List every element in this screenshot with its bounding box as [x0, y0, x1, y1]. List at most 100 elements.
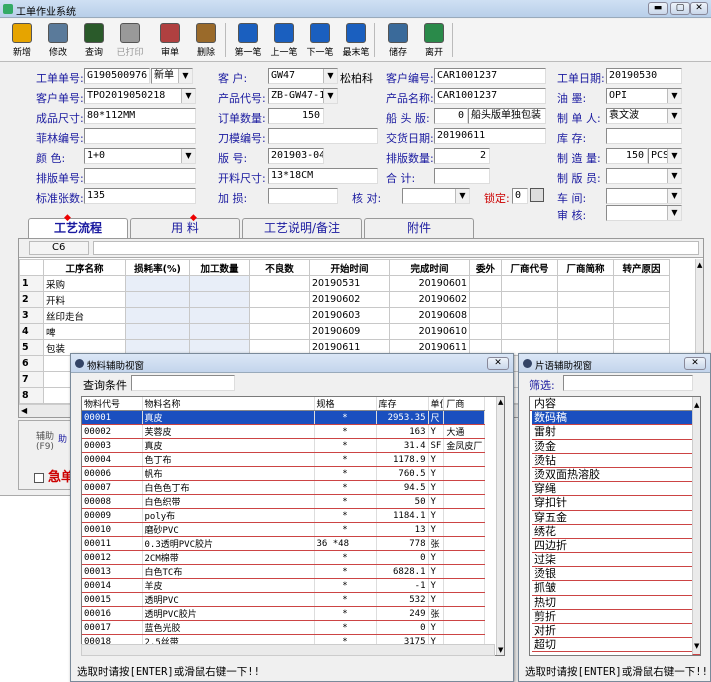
dropdown-arrow-icon[interactable]: ▼ — [323, 89, 337, 103]
finished-size-field[interactable]: 80*112MM — [84, 108, 196, 124]
material-header[interactable]: 物料名称 — [142, 397, 315, 411]
material-row[interactable]: 00013 白色TC布 * 6828.1 Y — [82, 564, 486, 579]
phrase-item[interactable]: 穿扣针 — [532, 496, 700, 511]
minimize-button[interactable]: ▬ — [648, 2, 668, 15]
maximize-button[interactable]: ▢ — [670, 2, 690, 15]
phrase-item[interactable]: 穿绳 — [532, 482, 700, 497]
phrase-window-close-button[interactable]: ✕ — [684, 357, 706, 370]
phrase-item[interactable]: 超切 — [532, 638, 700, 653]
layout-qty-field[interactable]: 2 — [434, 148, 490, 164]
grid-header[interactable]: 完成时间 — [389, 259, 470, 276]
phrase-item[interactable]: 剪折 — [532, 610, 700, 624]
material-row[interactable]: 00011 0.3透明PVC胶片 36 *48 778 张 — [82, 536, 486, 551]
material-row[interactable]: 00010 磨砂PVC * 13 Y — [82, 522, 486, 537]
phrase-item[interactable]: 烫银 — [532, 567, 700, 582]
close-button[interactable]: ✕ — [690, 2, 708, 15]
phrase-item[interactable]: 过柒 — [532, 553, 700, 568]
dropdown-arrow-icon[interactable]: ▼ — [667, 189, 681, 203]
grid-cell[interactable] — [469, 323, 502, 340]
material-row[interactable]: 00002 芙蓉皮 * 163 Y 大通 — [82, 424, 486, 439]
toolbar-button-9[interactable]: 最末笔 — [338, 21, 374, 59]
grid-cell[interactable]: 20190602 — [309, 291, 390, 308]
grid-cell[interactable] — [469, 291, 502, 308]
material-row[interactable]: 00012 2CM棉带 * 0 Y — [82, 550, 486, 565]
grid-cell[interactable] — [189, 307, 250, 324]
lock-toggle-icon[interactable] — [530, 188, 544, 202]
grid-cell[interactable] — [613, 275, 670, 292]
grid-cell[interactable] — [125, 307, 190, 324]
grid-cell[interactable]: 4 — [19, 323, 44, 340]
toolbar-button-10[interactable]: 储存 — [380, 21, 416, 59]
customer-code-field[interactable]: CAR1001237 — [434, 68, 546, 84]
grid-cell[interactable]: 8 — [19, 387, 44, 404]
customer-po-field[interactable]: TPO2019050218 — [84, 88, 196, 104]
grid-header[interactable]: 开始时间 — [309, 259, 390, 276]
grid-header[interactable]: 加工数量 — [189, 259, 250, 276]
scroll-up-icon[interactable]: ▲ — [498, 398, 503, 406]
material-list-scrollbar[interactable]: ▲ ▼ — [496, 397, 504, 655]
scroll-up-icon[interactable]: ▲ — [697, 261, 702, 269]
grid-header[interactable]: 转产原因 — [613, 259, 670, 276]
material-row[interactable]: 00016 透明PVC胶片 * 249 张 — [82, 606, 486, 621]
material-row[interactable]: 00006 帆布 * 760.5 Y — [82, 466, 486, 481]
product-name-field[interactable]: CAR1001237 — [434, 88, 546, 104]
order-date-field[interactable]: 20190530 — [606, 68, 682, 84]
bow-plate-note-field[interactable]: 船头版单独包装 — [468, 108, 546, 124]
toolbar-button-3[interactable]: 已打印 — [112, 21, 148, 59]
grid-cell[interactable]: 开料 — [43, 291, 126, 308]
grid-cell[interactable] — [613, 323, 670, 340]
grid-cell[interactable] — [189, 275, 250, 292]
scroll-up-icon[interactable]: ▲ — [694, 398, 699, 412]
grid-cell[interactable]: 20190602 — [389, 291, 470, 308]
toolbar-button-7[interactable]: 上一笔 — [266, 21, 302, 59]
grid-cell[interactable]: 1 — [19, 275, 44, 292]
toolbar-button-1[interactable]: 修改 — [40, 21, 76, 59]
extra-loss-field[interactable] — [268, 188, 338, 204]
grid-row[interactable]: 4 啤 20190609 20190610 — [19, 323, 670, 340]
phrase-item[interactable]: 对折 — [532, 624, 700, 639]
phrase-list[interactable]: 内容 数码稿 雷射 烫金 烫钻 烫双面热溶胶 穿绳 穿扣针 穿五金 绣花 四边折 过柒 烫银 抓皱 热切 剪折… — [529, 396, 701, 656]
grid-cell[interactable] — [125, 323, 190, 340]
grid-cell[interactable] — [469, 275, 502, 292]
bow-plate-field[interactable]: 0 — [434, 108, 468, 124]
phrase-list-scrollbar[interactable]: ▲ ▼ — [692, 397, 700, 655]
material-header[interactable]: 物料代号 — [82, 397, 143, 411]
toolbar-button-5[interactable]: 删除 — [188, 21, 224, 59]
tab-materials[interactable]: 用 料 — [130, 218, 240, 238]
dropdown-arrow-icon[interactable]: ▼ — [178, 69, 192, 83]
material-row[interactable]: 00017 蓝色光胶 * 0 Y — [82, 620, 486, 635]
grid-cell[interactable]: 20190609 — [309, 323, 390, 340]
toolbar-button-11[interactable]: 离开 — [416, 21, 452, 59]
grid-header[interactable]: 委外 — [469, 259, 502, 276]
phrase-item[interactable]: 烫钻 — [532, 454, 700, 468]
query-input[interactable] — [131, 375, 235, 391]
grid-cell[interactable]: 5 — [19, 339, 44, 356]
grid-cell[interactable] — [249, 307, 310, 324]
dropdown-arrow-icon[interactable]: ▼ — [667, 109, 681, 123]
material-row[interactable]: 00008 白色织带 * 50 Y — [82, 494, 486, 509]
phrase-item[interactable]: 数码稿 — [532, 411, 700, 426]
tab-process-flow[interactable]: 工艺流程 — [28, 218, 128, 239]
phrase-item[interactable]: 雷射 — [532, 425, 700, 440]
grid-cell[interactable] — [249, 291, 310, 308]
grid-header[interactable] — [19, 259, 44, 276]
material-header[interactable]: 单位 — [428, 397, 445, 411]
dropdown-arrow-icon[interactable]: ▼ — [323, 69, 337, 83]
grid-cell[interactable] — [557, 291, 614, 308]
order-number-field[interactable]: G190500976 — [84, 68, 150, 84]
grid-cell[interactable]: 20190603 — [309, 307, 390, 324]
scroll-down-icon[interactable]: ▼ — [694, 639, 699, 653]
grid-cell[interactable]: 20190608 — [389, 307, 470, 324]
die-number-field[interactable] — [268, 128, 378, 144]
layout-number-field[interactable] — [84, 168, 196, 184]
grid-cell[interactable] — [189, 291, 250, 308]
filter-input[interactable] — [563, 375, 693, 391]
tab-attachments[interactable]: 附件 — [364, 218, 474, 238]
grid-cell[interactable]: 2 — [19, 291, 44, 308]
material-row[interactable]: 00014 羊皮 * -1 Y — [82, 578, 486, 593]
grid-cell[interactable] — [125, 291, 190, 308]
phrase-item[interactable]: 四边折 — [532, 539, 700, 554]
dropdown-arrow-icon[interactable]: ▼ — [667, 169, 681, 183]
toolbar-button-6[interactable]: 第一笔 — [230, 21, 266, 59]
grid-row[interactable]: 2 开料 20190602 20190602 — [19, 291, 670, 308]
